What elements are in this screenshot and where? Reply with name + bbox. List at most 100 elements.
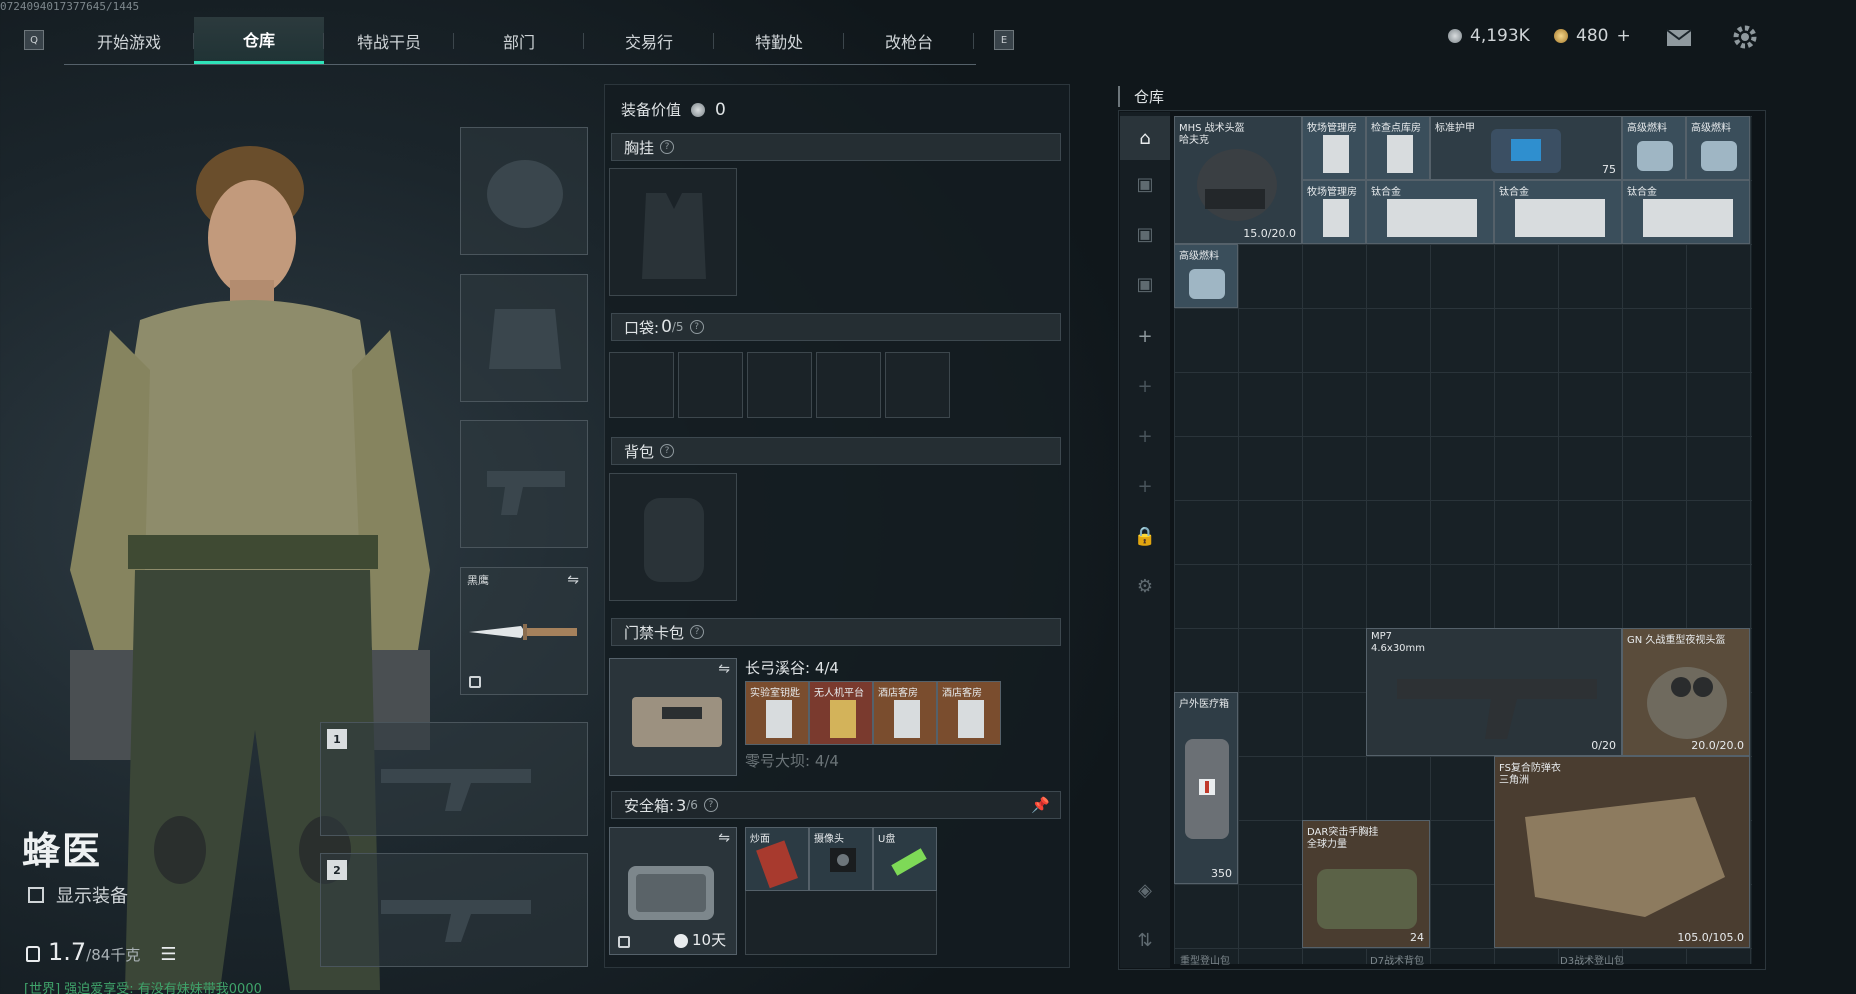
tab-start-game[interactable]: 开始游戏 (64, 17, 194, 64)
item-label: 钛合金 (1371, 187, 1401, 198)
warehouse-item-key[interactable]: 牧场管理房 (1302, 116, 1366, 180)
next-tab-key-hint[interactable]: E (994, 30, 1014, 50)
item-label: 高级燃料 (1627, 123, 1667, 134)
pocket-slot[interactable] (678, 352, 743, 418)
pocket-slot[interactable] (609, 352, 674, 418)
help-icon[interactable]: ? (660, 140, 675, 154)
tab-warehouse[interactable]: 仓库 (194, 17, 324, 64)
key-item[interactable]: 实验室钥匙 (745, 681, 809, 745)
pocket-slot[interactable] (885, 352, 950, 418)
armor-slot[interactable] (460, 274, 588, 402)
keycard-case[interactable]: ⇋ (609, 658, 737, 776)
warehouse-item-alloy[interactable]: 钛合金 (1494, 180, 1622, 244)
world-chat-message[interactable]: [世界] 强迫爱享受: 有没有妹妹带我0000 (24, 978, 262, 994)
tab-gunsmith[interactable]: 改枪台 (844, 17, 974, 64)
show-equipment-toggle[interactable]: 显示装备 (28, 882, 128, 908)
lock-icon[interactable]: 🔒 (1120, 514, 1170, 558)
backpack-slot[interactable] (609, 473, 737, 601)
safebox-case[interactable]: ⇋ 10天 (609, 827, 737, 955)
warehouse-item-armor[interactable]: 标准护甲 75 (1430, 116, 1622, 180)
list-menu-icon[interactable]: ☰ (160, 944, 176, 965)
medkit-charges: 350 (1211, 867, 1232, 880)
item-sublabel: 全球力量 (1307, 839, 1347, 850)
safebox-count: 3 (676, 795, 687, 815)
warehouse-item-key[interactable]: 牧场管理房 (1302, 180, 1366, 244)
key-item[interactable]: 酒店客房 (873, 681, 937, 745)
mail-icon[interactable] (1666, 28, 1692, 52)
keycard-label: 门禁卡包 (624, 623, 685, 642)
tab-department[interactable]: 部门 (454, 17, 584, 64)
key-item[interactable]: 酒店客房 (937, 681, 1001, 745)
silver-currency: 4,193K (1448, 26, 1530, 46)
warehouse-item-helmet[interactable]: MHS 战术头盔 哈夫克 15.0/20.0 (1174, 116, 1302, 244)
melee-lock-icon (469, 676, 481, 688)
add-page-icon[interactable]: + (1120, 364, 1170, 408)
warehouse-item-body-armor[interactable]: FS复合防弹衣 三角洲 105.0/105.0 (1494, 756, 1750, 948)
warehouse-page-4-icon[interactable]: ▣ (1120, 262, 1170, 306)
tab-trading[interactable]: 交易行 (584, 17, 714, 64)
warehouse-item-medkit[interactable]: 户外医疗箱 350 (1174, 692, 1238, 884)
show-equipment-checkbox[interactable] (28, 887, 44, 903)
gold-amount: 480 (1576, 26, 1609, 46)
warehouse-item-nvg-helmet[interactable]: GN 久战重型夜视头盔 20.0/20.0 (1622, 628, 1750, 756)
warehouse-item-alloy[interactable]: 钛合金 (1622, 180, 1750, 244)
keycard-header: 门禁卡包? (611, 618, 1061, 646)
safebox-label: 安全箱: (624, 796, 675, 815)
helmet-slot[interactable] (460, 127, 588, 255)
help-icon[interactable]: ? (690, 625, 705, 639)
pistol-slot[interactable] (460, 420, 588, 548)
item-label: 牧场管理房 (1307, 187, 1357, 198)
primary-weapon-slot-2[interactable]: 2 (320, 853, 588, 967)
sort-icon[interactable]: ⇅ (1120, 918, 1170, 962)
help-icon[interactable]: ? (703, 798, 718, 812)
key-label: 无人机平台 (814, 688, 864, 699)
durability: 105.0/105.0 (1677, 931, 1744, 944)
safebox-item-usb[interactable]: U盘 (873, 827, 937, 891)
gold-add-button[interactable]: + (1616, 26, 1630, 46)
pockets-max: /5 (671, 320, 684, 334)
warehouse-item-key[interactable]: 检查点库房 (1366, 116, 1430, 180)
gold-currency[interactable]: 480 + (1554, 26, 1631, 46)
durability: 15.0/20.0 (1243, 227, 1296, 240)
help-icon[interactable]: ? (660, 444, 675, 458)
pocket-slot[interactable] (747, 352, 812, 418)
item-label: 标准护甲 (1435, 123, 1475, 134)
safebox-item-noodles[interactable]: 炒面 (745, 827, 809, 891)
warehouse-home-icon[interactable]: ⌂ (1120, 116, 1170, 160)
add-page-icon[interactable]: + (1120, 414, 1170, 458)
swap-icon[interactable]: ⇋ (718, 830, 730, 846)
help-icon[interactable]: ? (689, 320, 704, 334)
swap-icon[interactable]: ⇋ (718, 661, 730, 677)
key-label: 实验室钥匙 (750, 688, 800, 699)
pin-icon[interactable]: 📌 (1031, 796, 1050, 814)
silver-amount: 4,193K (1470, 26, 1530, 46)
warehouse-item-fuel[interactable]: 高级燃料 (1686, 116, 1750, 180)
pocket-slot[interactable] (816, 352, 881, 418)
tab-operators[interactable]: 特战干员 (324, 17, 454, 64)
item-label: 牧场管理房 (1307, 123, 1357, 134)
body-armor-icon (1525, 797, 1725, 917)
settings-gear-icon[interactable]: ⚙ (1120, 564, 1170, 608)
warehouse-item-fuel[interactable]: 高级燃料 (1622, 116, 1686, 180)
prev-tab-key-hint[interactable]: Q (24, 30, 44, 50)
chest-rig-slot[interactable] (609, 168, 737, 296)
settings-gear-icon[interactable] (1732, 24, 1758, 54)
warehouse-page-4-icon[interactable]: ▣ (1120, 162, 1170, 206)
safebox-lock-icon (618, 936, 630, 948)
layers-icon[interactable]: ◈ (1120, 868, 1170, 912)
add-page-icon[interactable]: + (1120, 314, 1170, 358)
safebox-item-camera[interactable]: 摄像头 (809, 827, 873, 891)
night-vision-helmet-icon (1647, 667, 1727, 739)
key-label: 酒店客房 (942, 688, 982, 699)
warehouse-item-chest-rig[interactable]: DAR突击手胸挂 全球力量 24 (1302, 820, 1430, 948)
warehouse-item-fuel[interactable]: 高级燃料 (1174, 244, 1238, 308)
warehouse-item-mp7[interactable]: MP7 4.6x30mm 0/20 (1366, 628, 1622, 756)
carry-weight: 1.7 /84千克 ☰ (26, 938, 176, 966)
warehouse-page-4-icon[interactable]: ▣ (1120, 212, 1170, 256)
melee-slot[interactable]: 黑鹰 ⇋ (460, 567, 588, 695)
tab-special-ops[interactable]: 特勤处 (714, 17, 844, 64)
key-item[interactable]: 无人机平台 (809, 681, 873, 745)
primary-weapon-slot-1[interactable]: 1 (320, 722, 588, 836)
add-page-icon[interactable]: + (1120, 464, 1170, 508)
warehouse-item-alloy[interactable]: 钛合金 (1366, 180, 1494, 244)
